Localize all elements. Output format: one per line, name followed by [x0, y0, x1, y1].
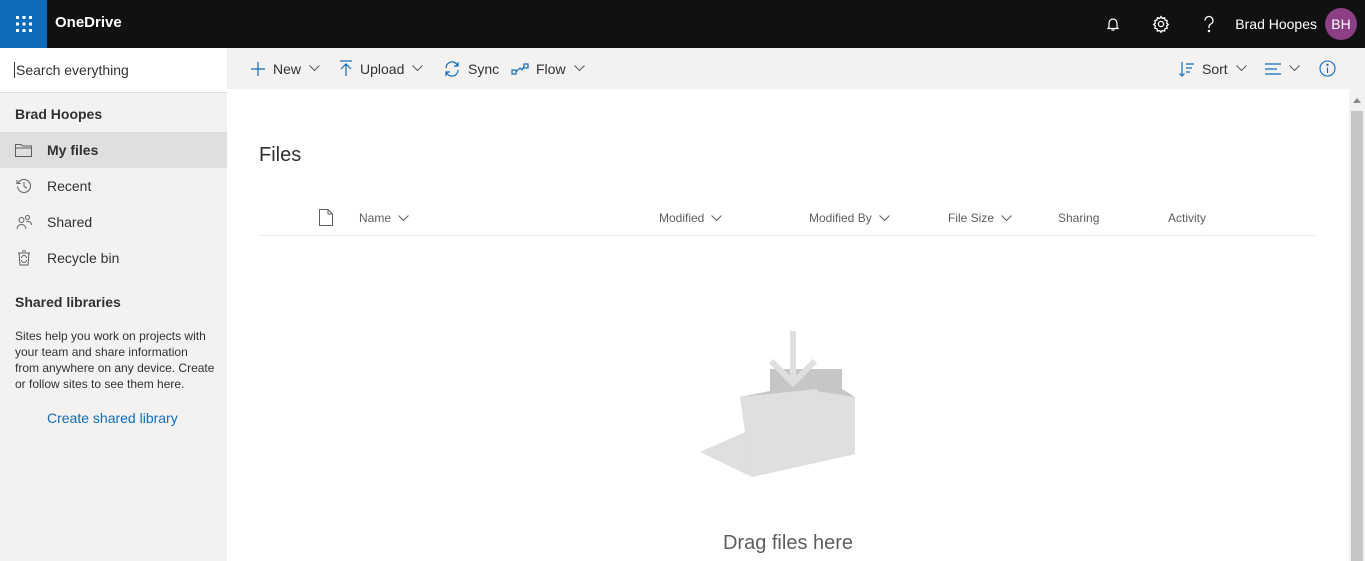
column-activity[interactable]: Activity	[1168, 211, 1206, 225]
search-input[interactable]	[14, 62, 214, 78]
sync-label: Sync	[468, 60, 500, 77]
chevron-down-icon	[1001, 214, 1012, 221]
people-icon	[0, 214, 47, 230]
sync-button[interactable]: Sync	[443, 48, 499, 89]
column-label: Modified By	[809, 211, 872, 225]
column-name[interactable]: Name	[359, 211, 409, 225]
settings-button[interactable]	[1137, 0, 1185, 48]
file-list-header: Name Modified Modified By File Size Shar…	[259, 201, 1316, 236]
sync-icon	[445, 60, 459, 77]
suite-header: OneDrive Brad Hoopes BH	[0, 0, 1365, 48]
sidebar-item-recycle-bin[interactable]: Recycle bin	[0, 240, 227, 276]
vertical-scrollbar[interactable]	[1349, 89, 1365, 561]
sidebar-item-my-files[interactable]: My files	[0, 132, 227, 168]
help-icon	[1204, 15, 1214, 33]
shared-libraries-header: Shared libraries	[15, 294, 121, 310]
chevron-down-icon	[878, 214, 890, 221]
main-content: Files Name Modified Modified By File Siz…	[227, 89, 1349, 561]
column-label: Name	[359, 211, 392, 225]
app-launcher-icon	[15, 16, 32, 32]
column-label: File Size	[948, 211, 995, 225]
chevron-down-icon	[711, 214, 723, 221]
chevron-down-icon	[412, 65, 424, 72]
nav-user-header: Brad Hoopes	[15, 106, 103, 122]
info-pane-button[interactable]	[1319, 48, 1336, 89]
sidebar-item-recent[interactable]: Recent	[0, 168, 227, 204]
sort-icon	[1179, 61, 1194, 77]
left-navigation: Brad Hoopes My files Recent Shared	[0, 48, 227, 561]
help-button[interactable]	[1185, 0, 1233, 48]
flow-button[interactable]: Flow	[511, 48, 585, 89]
sort-button[interactable]: Sort	[1179, 48, 1247, 89]
scroll-up-arrow-icon[interactable]	[1353, 98, 1361, 103]
new-label: New	[273, 60, 302, 77]
file-type-column-header[interactable]	[319, 209, 333, 226]
info-icon	[1319, 60, 1336, 77]
folder-icon	[0, 143, 47, 157]
new-button[interactable]: New	[250, 48, 320, 89]
chevron-down-icon	[1289, 65, 1300, 72]
shared-libraries-help-text: Sites help you work on projects with you…	[15, 329, 215, 391]
app-launcher-button[interactable]	[0, 0, 47, 48]
user-name[interactable]: Brad Hoopes	[1235, 16, 1317, 32]
list-view-icon	[1265, 62, 1281, 75]
recycle-bin-icon	[0, 250, 47, 266]
document-icon	[319, 209, 333, 226]
upload-icon	[340, 60, 352, 76]
chevron-down-icon	[573, 65, 585, 72]
gear-icon	[1152, 15, 1170, 33]
create-shared-library-link[interactable]: Create shared library	[47, 410, 178, 426]
sidebar-item-label: My files	[47, 142, 99, 158]
page-title: Files	[259, 144, 302, 166]
chevron-down-icon	[309, 65, 320, 72]
column-sharing[interactable]: Sharing	[1058, 211, 1099, 225]
column-label: Sharing	[1058, 211, 1100, 225]
column-file-size[interactable]: File Size	[948, 211, 1012, 225]
chevron-down-icon	[1235, 65, 1247, 72]
notifications-button[interactable]	[1089, 0, 1137, 48]
search-box	[0, 48, 227, 93]
view-options-button[interactable]	[1265, 48, 1300, 89]
flow-icon	[511, 62, 529, 75]
scrollbar-thumb[interactable]	[1351, 111, 1363, 561]
sidebar-item-shared[interactable]: Shared	[0, 204, 227, 240]
bell-icon	[1107, 18, 1120, 31]
upload-button[interactable]: Upload	[339, 48, 424, 89]
column-label: Activity	[1168, 211, 1207, 225]
sidebar-item-label: Recycle bin	[47, 250, 120, 266]
avatar[interactable]: BH	[1325, 8, 1357, 40]
command-bar: New Upload Sync Flow Sort	[227, 48, 1365, 89]
flow-label: Flow	[536, 60, 566, 77]
sort-label: Sort	[1202, 60, 1228, 77]
plus-icon	[251, 61, 265, 76]
chevron-down-icon	[398, 214, 409, 221]
sidebar-item-label: Recent	[47, 178, 92, 194]
sidebar-item-label: Shared	[47, 214, 93, 230]
column-modified-by[interactable]: Modified By	[809, 211, 890, 225]
empty-state-message: Drag files here	[722, 532, 854, 554]
history-icon	[0, 178, 47, 194]
empty-folder-illustration	[700, 331, 855, 477]
upload-label: Upload	[360, 60, 405, 77]
column-modified[interactable]: Modified	[659, 211, 723, 225]
column-label: Modified	[659, 211, 705, 225]
app-title[interactable]: OneDrive	[55, 0, 122, 48]
